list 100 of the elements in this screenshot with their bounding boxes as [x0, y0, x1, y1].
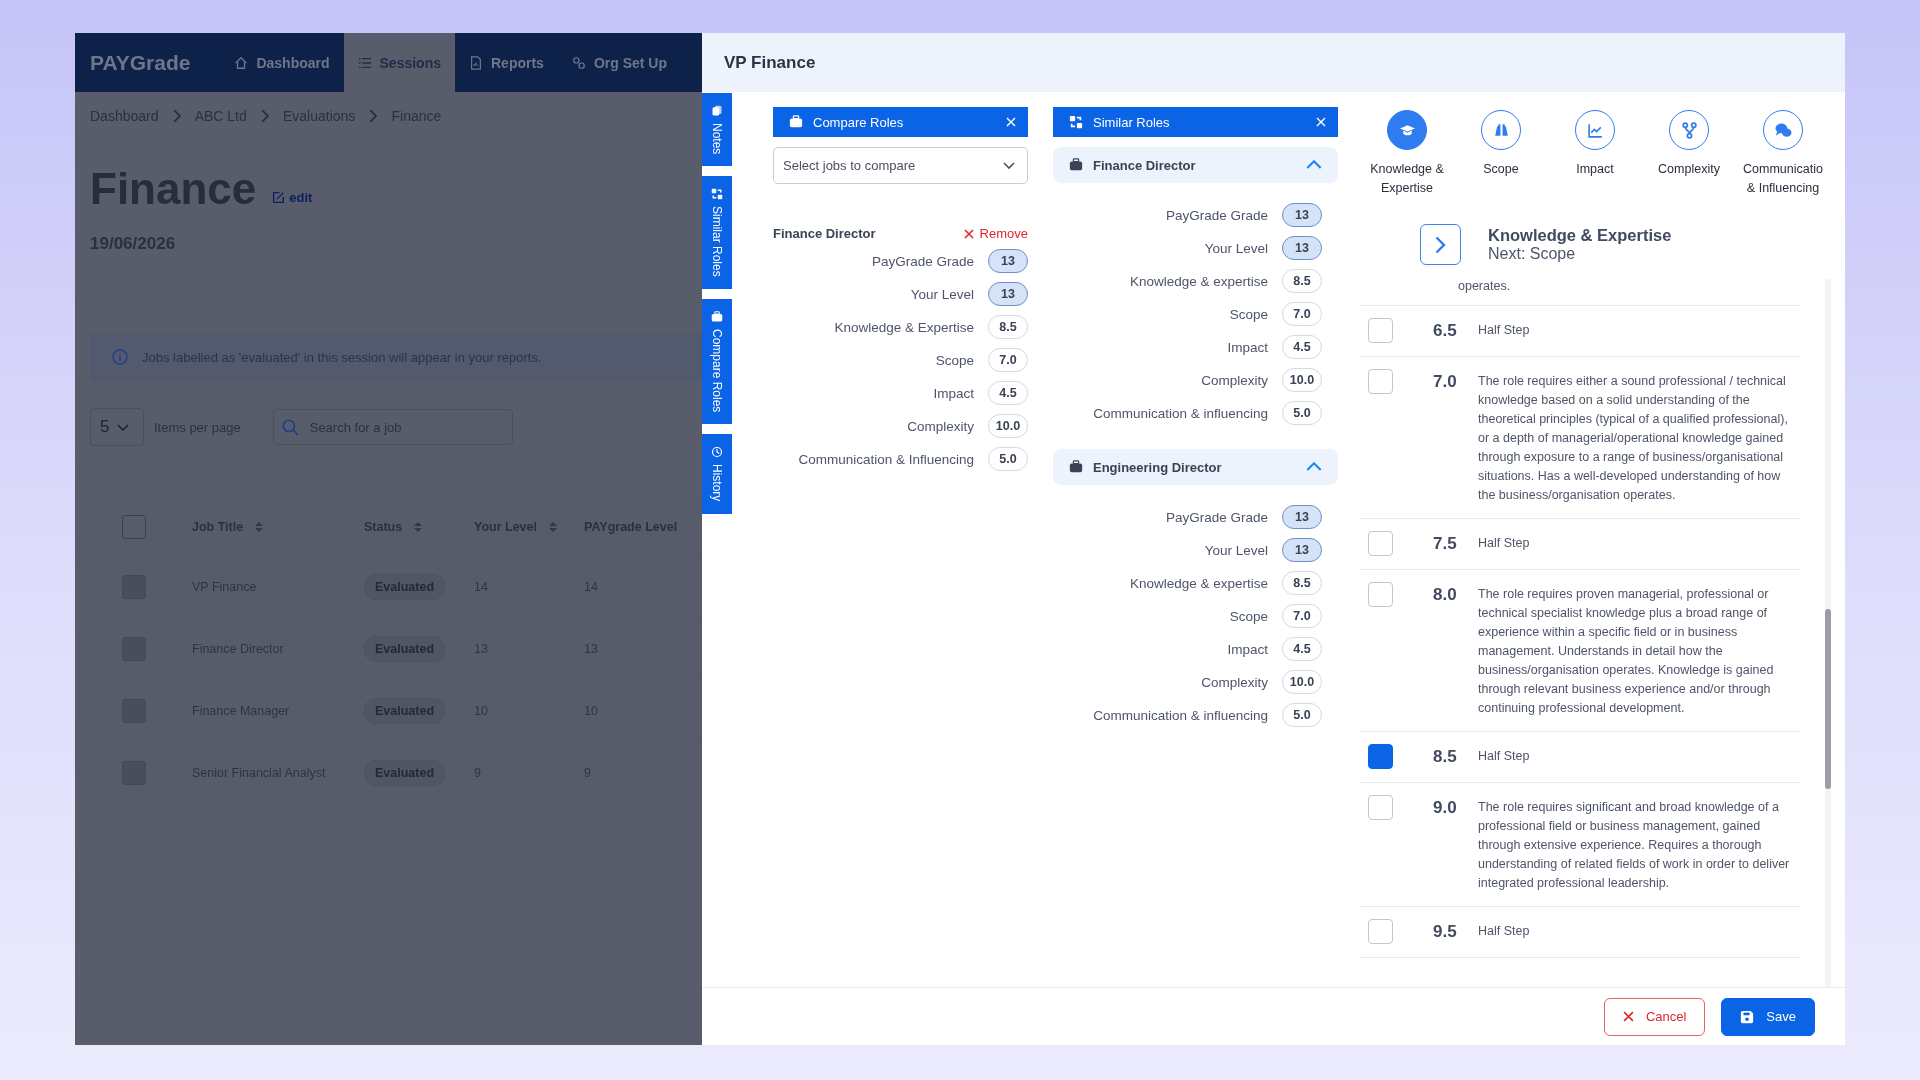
level-description: The role requires proven managerial, professional or technical specialist knowledge plus a broad range of experience within a specific field or in business management. Understands in detail how the business/organisation operates. Knowledge is gained through relevant business experience and/or through continuing professional development. — [1478, 586, 1775, 717]
score-badge: 13 — [1282, 236, 1322, 260]
sort-icon[interactable] — [414, 521, 423, 532]
level-value: 9.0 — [1433, 797, 1458, 819]
save-button[interactable]: Save — [1721, 997, 1815, 1036]
home-icon — [234, 55, 249, 70]
level-checkbox[interactable] — [1368, 795, 1393, 820]
score-badge: 13 — [1282, 203, 1322, 227]
briefcase-icon — [1069, 460, 1083, 474]
edit-icon — [272, 191, 286, 204]
chevron-icon — [1003, 162, 1015, 169]
squares-icon — [711, 188, 723, 201]
side-tab[interactable]: Notes — [702, 93, 732, 167]
factor-button[interactable] — [1481, 110, 1521, 150]
squares-icon — [1069, 115, 1083, 129]
factor-button[interactable] — [1669, 110, 1709, 150]
metric-label: Complexity — [1201, 674, 1268, 690]
chevron-icon — [172, 109, 181, 123]
brand-logo: PAYGrade — [89, 49, 192, 76]
level-checkbox[interactable] — [1368, 531, 1393, 556]
sort-icon[interactable] — [549, 521, 557, 532]
close-icon — [1622, 1011, 1634, 1022]
factor-label: Communicatio & Influencing — [1742, 161, 1824, 197]
edit-link[interactable]: edit — [272, 190, 313, 205]
score-badge: 13 — [1282, 505, 1322, 529]
level-value: 8.0 — [1433, 584, 1458, 606]
metric-label: Scope — [1229, 608, 1268, 624]
level-value: 6.5 — [1433, 320, 1458, 342]
level-checkbox[interactable] — [1368, 582, 1393, 607]
branch-icon — [1680, 121, 1698, 139]
next-factor-label: Next: Scope — [1488, 245, 1577, 263]
drawer-title: VP Finance — [702, 33, 1845, 92]
factor-button[interactable] — [1575, 110, 1615, 150]
document-icon — [469, 55, 483, 70]
nav-tab[interactable]: Org Set Up — [557, 33, 682, 92]
score-badge: 13 — [988, 249, 1028, 273]
role-accordion[interactable]: Engineering Director — [1053, 449, 1338, 485]
side-tab[interactable]: Compare Roles — [702, 299, 732, 425]
sort-icon[interactable] — [255, 521, 264, 532]
scrollbar-thumb[interactable] — [1825, 609, 1831, 789]
factor-button[interactable] — [1763, 110, 1803, 150]
chevron-icon — [1306, 160, 1322, 170]
metric-label: Knowledge & expertise — [1129, 575, 1268, 591]
factor-label: Scope — [1483, 161, 1519, 178]
level-description: The role requires significant and broad knowledge of a professional field or business management, gained through extensive experience. Requires a thorough understanding of related fields of work in order to deliver integrated professional leadership. — [1478, 799, 1791, 892]
jobs-select[interactable]: Select jobs to compare — [773, 147, 1028, 184]
score-badge: 7.0 — [1282, 604, 1322, 628]
metric-label: Communication & influencing — [1093, 405, 1268, 421]
next-button[interactable] — [1420, 224, 1461, 265]
search-icon — [280, 418, 299, 436]
level-value: 8.5 — [1433, 746, 1458, 768]
factor-button[interactable] — [1387, 110, 1427, 150]
briefcase-icon — [711, 311, 723, 324]
metric-label: Complexity — [1201, 372, 1268, 388]
level-value: 7.0 — [1433, 371, 1458, 393]
level-checkbox[interactable] — [1368, 744, 1393, 769]
remove-button[interactable]: Remove — [963, 226, 1028, 241]
score-badge: 13 — [1282, 538, 1322, 562]
close-button[interactable] — [1006, 117, 1016, 127]
metric-label: Scope — [935, 352, 974, 368]
metric-label: PayGrade Grade — [1165, 207, 1268, 223]
list-icon — [357, 55, 372, 70]
metric-label: Complexity — [907, 418, 974, 434]
line-chart-icon — [1586, 121, 1604, 139]
nav-tab[interactable]: Reports — [455, 33, 558, 92]
level-description: Half Step — [1478, 322, 1531, 339]
metric-label: Knowledge & Expertise — [834, 319, 974, 335]
cancel-button[interactable]: Cancel — [1603, 997, 1706, 1036]
level-checkbox[interactable] — [1368, 369, 1393, 394]
factor-label: Impact — [1576, 161, 1614, 178]
page-size-select[interactable]: 5 — [90, 408, 144, 446]
close-button[interactable] — [1316, 117, 1326, 127]
role-name: Finance Director — [773, 226, 876, 241]
side-tab[interactable]: Similar Roles — [702, 176, 732, 290]
nav-tab[interactable]: Dashboard — [220, 33, 344, 92]
level-checkbox[interactable] — [1368, 318, 1393, 343]
panel-title: Similar Roles — [1093, 114, 1171, 130]
role-accordion[interactable]: Finance Director — [1053, 147, 1338, 183]
select-all-checkbox[interactable] — [122, 514, 146, 539]
clock-icon — [711, 446, 723, 459]
briefcase-icon — [1069, 158, 1083, 172]
level-checkbox[interactable] — [1368, 919, 1393, 944]
briefcase-icon — [789, 115, 803, 129]
factor-label: Knowledge & Expertise — [1369, 161, 1445, 197]
panel-title: Compare Roles — [813, 114, 905, 130]
metric-label: PayGrade Grade — [1165, 509, 1268, 525]
level-description: Half Step — [1478, 748, 1531, 765]
chevron-icon — [117, 423, 130, 431]
level-description: The role requires either a sound professional / technical knowledge based on a solid understanding of the theoretical principles (typical of a qualified professional), or a depth of managerial/operational knowledge gained through exposure to a range of business/organisational situations. Has a well-developed understanding of how the business/organisation operates. — [1478, 373, 1789, 504]
metric-label: Impact — [933, 385, 974, 401]
level-description: Half Step — [1478, 535, 1531, 552]
metric-label: Communication & influencing — [1093, 707, 1268, 723]
side-tab[interactable]: History — [702, 434, 732, 514]
chevron-icon — [1435, 235, 1446, 254]
factor-label: Complexity — [1658, 161, 1720, 178]
metric-label: Your Level — [1204, 542, 1268, 558]
metric-label: Your Level — [1204, 240, 1268, 256]
metric-label: Scope — [1229, 306, 1268, 322]
score-badge: 13 — [988, 282, 1028, 306]
metric-label: Knowledge & expertise — [1129, 273, 1268, 289]
